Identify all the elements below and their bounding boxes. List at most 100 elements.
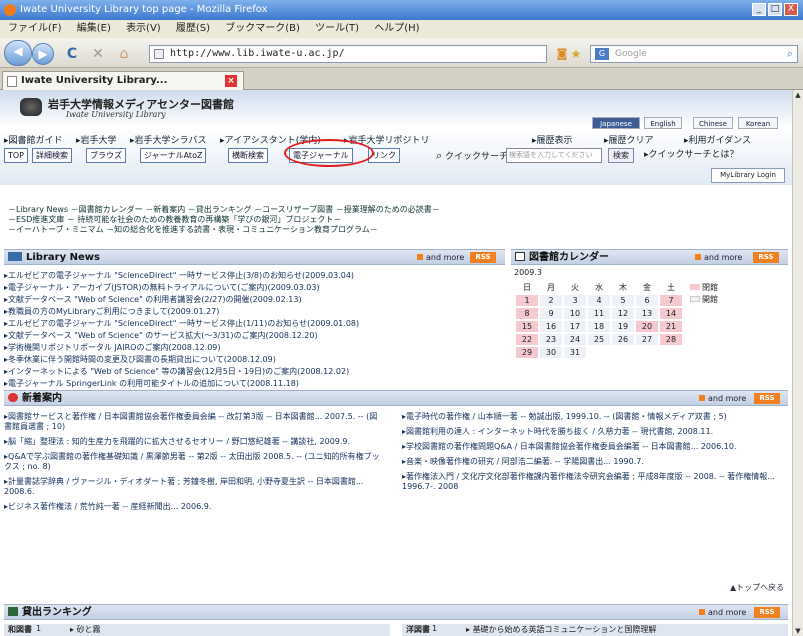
magnifier-icon: ⌕ [436,149,443,162]
news-item[interactable]: ▸学術機関リポジトリポータル JAIROのご案内(2008.12.09) [4,342,221,353]
home-icon[interactable]: ⌂ [114,44,134,64]
news-item[interactable]: ▸電子ジャーナル・アーカイブ(JSTOR)の無料トライアルについて(ご案内)(2… [4,282,320,293]
tab-advanced-search[interactable]: 詳細検索 [32,148,72,163]
link-guidance[interactable]: ▸利用ガイダンス [684,133,751,146]
tab-title: Iwate University Library... [21,75,168,86]
menu-tools[interactable]: ツール(T) [315,23,359,34]
lang-korean[interactable]: Korean [738,117,778,129]
tab-browse[interactable]: ブラウズ [86,148,126,163]
news-item[interactable]: ▸エルゼビアの電子ジャーナル "ScienceDirect" 一時サービス停止(… [4,318,359,329]
calendar-day: 6 [636,295,658,306]
menu-help[interactable]: ヘルプ(H) [374,23,419,34]
minimize-button[interactable]: _ [752,3,766,16]
acquisition-item[interactable]: ▸計量書誌学辞典 / ヴァージル・ディオダート著 ; 芳鐘冬樹, 岸田和明, 小… [4,477,384,497]
mylibrary-login-button[interactable]: MyLibrary Login [711,168,785,183]
calendar-day: 28 [660,334,682,345]
news-and-more-link[interactable]: and more [417,252,464,264]
lang-japanese[interactable]: Japanese [592,117,640,129]
window-titlebar: Iwate University Library top page - Mozi… [0,0,803,20]
acquisition-item[interactable]: ▸音楽・映像著作権の研究 / 阿部浩二編著. -- 学陽図書出... 1990.… [402,457,786,467]
scroll-up-icon[interactable]: ▲ [793,90,803,100]
news-item[interactable]: ▸教職員の方のMyLibraryご利用につきまして(2009.01.27) [4,306,219,317]
vertical-scrollbar[interactable]: ▲ ▼ [792,90,803,636]
stop-icon[interactable]: ✕ [88,44,108,64]
acquisition-item[interactable]: ▸脳「縮」整理法 : 知的生産力を飛躍的に拡大させるセオリー / 野口悠紀雄著 … [4,437,384,447]
ranking-title: 貸出ランキング [8,606,92,620]
notice-line[interactable]: －イーハトーブ・ミニマム －知の総合化を推進する読書・表現・コミュニケーション教… [8,225,788,235]
news-item[interactable]: ▸冬季休業に伴う開館時間の変更及び図書の長期貸出について(2008.12.09) [4,354,276,365]
calendar-weekday: 日 [523,283,531,292]
quick-search-button[interactable]: 検索 [608,148,634,163]
news-item[interactable]: ▸インターネットによる "Web of Science" 等の講習会(12月5日… [4,366,349,377]
acquisition-item[interactable]: ▸学校図書館の著作権問題Q&A / 日本図書館協会著作権委員会編著 -- 日本図… [402,442,786,452]
news-item[interactable]: ▸電子ジャーナル SpringerLink の利用可能タイトルの追加について(2… [4,378,299,389]
calendar-day: 9 [540,308,562,319]
back-to-top-link[interactable]: ▲トップへ戻る [730,582,784,593]
lang-english[interactable]: English [644,117,682,129]
search-icon[interactable]: ⌕ [787,46,793,62]
menu-edit[interactable]: 編集(E) [77,23,111,34]
google-icon: G [595,48,609,60]
ranking-and-more-link[interactable]: and more [699,607,746,619]
page-icon [7,76,17,87]
menu-history[interactable]: 履歴(S) [176,23,210,34]
calendar-header: 図書館カレンダー and more RSS [511,249,788,265]
link-library-guide[interactable]: ▸図書館ガイド [4,133,63,146]
news-item[interactable]: ▸文献データベース "Web of Science" の利用者講習会(2/27)… [4,294,302,305]
acquisition-item[interactable]: ▸図書館利用の達人 : インターネット時代を勝ち抜く / 久慈力著 -- 現代書… [402,427,786,437]
calendar-day: 25 [588,334,610,345]
calendar-day: 17 [564,321,586,332]
news-rss-button[interactable]: RSS [470,252,496,263]
notice-line[interactable]: －Library News －図書館カレンダー －新着案内 －貸出ランキング －… [8,205,788,215]
tab-top[interactable]: TOP [4,148,29,163]
acquisition-item[interactable]: ▸著作権法入門 / 文化庁文化部著作権課内著作権法令研究会編著 ; 平成8年度版… [402,472,786,492]
calendar-day: 3 [564,295,586,306]
calendar-rss-button[interactable]: RSS [753,252,779,263]
page-icon [154,49,164,59]
close-tab-icon[interactable]: × [225,75,237,87]
link-iwate-univ[interactable]: ▸岩手大学 [76,133,117,146]
link-history-view[interactable]: ▸履歴表示 [532,133,573,146]
web-search-box[interactable]: G Google ⌕ [590,45,798,63]
link-syllabus[interactable]: ▸岩手大学シラバス [130,133,206,146]
scroll-down-icon[interactable]: ▼ [793,626,803,636]
menu-bookmarks[interactable]: ブックマーク(B) [225,23,300,34]
reload-icon[interactable]: C [62,44,82,64]
acquisition-item[interactable]: ▸ビジネス著作権法 / 荒竹純一著 -- 産経新聞出... 2006.9. [4,502,384,512]
acquisitions-right-column: ▸電子時代の著作権 / 山本順一著 -- 勉誠出版, 1999.10. -- (… [402,412,786,497]
calendar-day: 4 [588,295,610,306]
menu-view[interactable]: 表示(V) [126,23,161,34]
lang-chinese[interactable]: Chinese [693,117,733,129]
link-history-clear[interactable]: ▸履歴クリア [604,133,654,146]
tab-journal-atoz[interactable]: ジャーナルAtoZ [140,148,207,163]
maximize-button[interactable]: □ [768,3,782,16]
news-item[interactable]: ▸文献データベース "Web of Science" のサービス拡大(〜3/31… [4,330,318,341]
calendar-day: 19 [612,321,634,332]
news-icon [8,252,22,261]
notice-line[interactable]: －ESD推進文庫 － 持続可能な社会のための教養教育の再構築「学びの銀河」プロジ… [8,215,788,225]
url-bar[interactable]: http://www.lib.iwate-u.ac.jp/ [149,45,547,63]
acquisition-item[interactable]: ▸図書館サービスと著作権 / 日本図書館協会著作権委員会編 -- 改訂第3版 -… [4,412,384,432]
ranking-rss-button[interactable]: RSS [754,607,780,618]
acquisitions-rss-button[interactable]: RSS [754,393,780,404]
quick-search-label: ⌕ クイックサーチ [436,149,509,162]
calendar-and-more-link[interactable]: and more [695,252,742,264]
news-item[interactable]: ▸エルゼビアの電子ジャーナル "ScienceDirect" 一時サービス停止(… [4,270,354,281]
ranking-icon [8,607,18,616]
acquisition-item[interactable]: ▸Q&Aで学ぶ図書館の著作権基礎知識 / 黒澤節男著 -- 第2版 -- 太田出… [4,452,384,472]
tab-bar: Iwate University Library... × [0,68,803,90]
quick-search-about-link[interactable]: ▸クイックサーチとは？ [644,148,739,163]
ranking-jp-title[interactable]: ▸ 砂と霧 [70,624,101,635]
acquisition-item[interactable]: ▸電子時代の著作権 / 山本順一著 -- 勉誠出版, 1999.10. -- (… [402,412,786,422]
close-button[interactable]: X [784,3,798,16]
quick-search-input[interactable]: 検索語を入力してください [506,148,602,163]
ranking-west-title[interactable]: ▸ 基礎から始める英語コミュニケーションと国際理解 [466,624,656,635]
menu-file[interactable]: ファイル(F) [8,23,62,34]
browser-tab[interactable]: Iwate University Library... × [2,71,244,90]
back-button[interactable]: ◀ [4,40,32,66]
calendar-weekday: 木 [619,283,627,292]
tab-cross-search[interactable]: 横断検索 [228,148,268,163]
forward-button[interactable]: ▶ [32,43,54,65]
acquisitions-and-more-link[interactable]: and more [699,393,746,405]
bookmark-star-icon[interactable]: ★ [566,44,586,64]
